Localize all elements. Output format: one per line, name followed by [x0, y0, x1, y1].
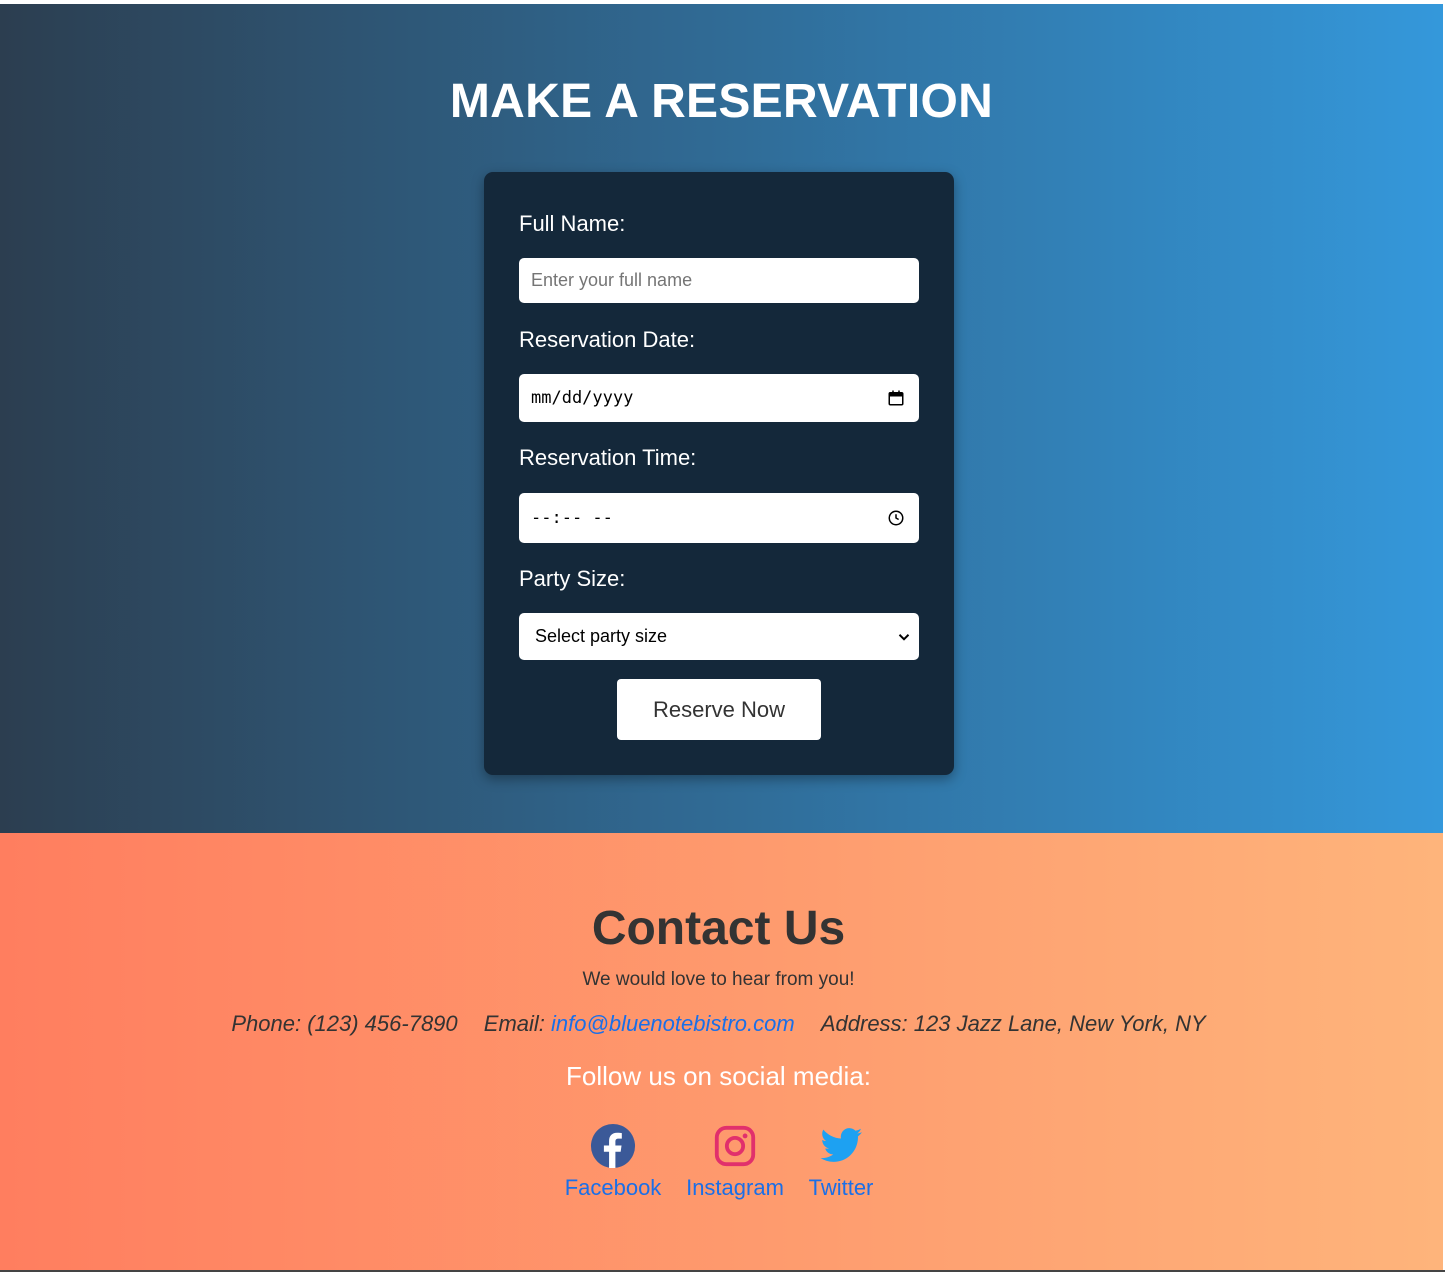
reservation-date-input[interactable]: mm/dd/yyyy [519, 374, 919, 422]
calendar-icon[interactable] [887, 389, 905, 407]
contact-section: Contact Us We would love to hear from yo… [0, 833, 1443, 1270]
reservation-form: Full Name: Enter your full name Reservat… [484, 172, 954, 775]
contact-title: Contact Us [591, 902, 846, 955]
instagram-icon [714, 1125, 756, 1167]
party-size-value: Select party size [535, 626, 668, 646]
contact-phone: Phone: (123) 456-7890 [231, 1011, 458, 1036]
twitter-link[interactable]: Twitter [808, 1123, 874, 1201]
email-prefix: Email: [483, 1011, 552, 1036]
chevron-down-icon [898, 633, 910, 641]
reservation-time-input[interactable]: --:-- -- [519, 493, 919, 543]
contact-address: Address: 123 Jazz Lane, New York, NY [820, 1011, 1206, 1036]
contact-subtitle: We would love to hear from you! [582, 969, 855, 990]
follow-heading: Follow us on social media: [566, 1061, 871, 1091]
full-name-label: Full Name: [519, 211, 626, 236]
time-placeholder: --:-- -- [531, 508, 613, 528]
clock-icon[interactable] [887, 509, 905, 527]
reservation-section: MAKE A RESERVATION Full Name: Enter your… [0, 4, 1443, 833]
twitter-icon [820, 1128, 863, 1162]
email-link[interactable]: info@bluenotebistro.com [551, 1011, 795, 1036]
reservation-title: MAKE A RESERVATION [449, 75, 994, 128]
full-name-input[interactable]: Enter your full name [519, 258, 919, 303]
reservation-time-label: Reservation Time: [519, 445, 697, 470]
party-size-label: Party Size: [519, 566, 626, 591]
date-placeholder: mm/dd/yyyy [531, 388, 634, 408]
twitter-label: Twitter [808, 1175, 874, 1200]
contact-email: Email: info@bluenotebistro.com [484, 1011, 795, 1036]
contact-info: Phone: (123) 456-7890 Email: info@blueno… [0, 1011, 1437, 1037]
facebook-label: Facebook [564, 1175, 662, 1200]
facebook-link[interactable]: Facebook [564, 1123, 662, 1201]
facebook-icon [590, 1123, 636, 1169]
instagram-label: Instagram [686, 1175, 784, 1200]
full-name-placeholder: Enter your full name [531, 270, 693, 290]
instagram-link[interactable]: Instagram [686, 1123, 784, 1201]
reserve-now-button[interactable]: Reserve Now [617, 679, 821, 740]
party-size-select[interactable]: Select party size [519, 613, 919, 660]
reservation-date-label: Reservation Date: [519, 327, 696, 352]
